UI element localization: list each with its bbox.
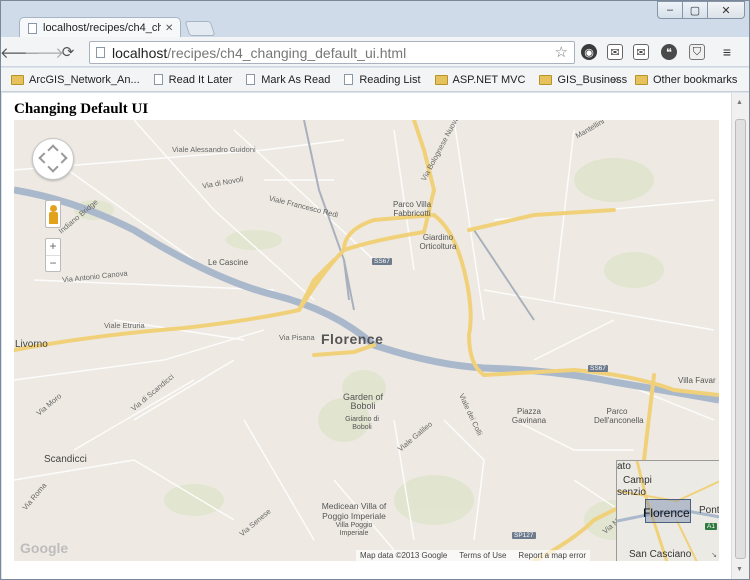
poi-label: Parco Dell'anconella <box>594 407 644 425</box>
minimize-button[interactable]: ‒ <box>657 1 683 19</box>
page-icon <box>28 22 37 34</box>
address-url: localhost/recipes/ch4_changing_default_u… <box>112 44 407 61</box>
street-label: Viale Etruria <box>104 321 145 330</box>
overview-label: ato <box>617 461 631 472</box>
tab-close-icon[interactable]: ✕ <box>165 23 173 34</box>
overview-label: Pont <box>699 505 719 516</box>
bookmark-read-it-later[interactable]: Read It Later <box>153 74 232 86</box>
poi-label: Giardino Orticoltura <box>419 233 457 251</box>
place-label: Livorno <box>15 339 48 350</box>
bookmark-aspnet-mvc[interactable]: ASP.NET MVC <box>434 74 525 86</box>
road-shield: SP127 <box>512 532 536 539</box>
scroll-up-arrow-icon[interactable]: ▲ <box>736 99 743 106</box>
maximize-button[interactable]: ▢ <box>682 1 708 19</box>
poi-label: Garden of Boboli <box>342 392 384 411</box>
pan-up-icon[interactable] <box>47 144 59 156</box>
zoom-out-button[interactable]: − <box>46 255 60 271</box>
vertical-scrollbar[interactable]: ▲ ▼ <box>731 93 749 579</box>
reload-icon[interactable]: ⟳ <box>59 43 77 61</box>
overview-toggle-icon[interactable]: ↘ <box>711 551 717 559</box>
overview-city-label: Florence <box>643 506 690 520</box>
street-label: Via Pisana <box>279 333 315 342</box>
street-view-pegman-icon[interactable] <box>45 200 61 228</box>
folder-icon <box>434 74 448 85</box>
overview-map[interactable]: ato Campi senzio Florence Pont San Casci… <box>616 460 719 561</box>
page-icon <box>344 74 354 85</box>
page-icon <box>96 47 105 58</box>
menu-icon[interactable]: ≡ <box>719 44 735 60</box>
scroll-down-arrow-icon[interactable]: ▼ <box>736 566 743 573</box>
tab-title: localhost/recipes/ch4_cha <box>43 22 161 34</box>
more-bookmarks-chevron[interactable]: » <box>613 74 619 86</box>
poi-label: Villa Favar <box>678 376 716 385</box>
pan-down-icon[interactable] <box>47 161 59 173</box>
road-shield: SS67 <box>588 365 608 372</box>
page-title: Changing Default UI <box>14 101 149 117</box>
poi-label: Le Cascine <box>208 258 249 267</box>
pan-left-icon[interactable] <box>38 152 50 164</box>
new-tab-button[interactable] <box>184 21 216 36</box>
folder-icon <box>635 74 648 85</box>
road-shield: SS67 <box>372 258 392 265</box>
page-icon <box>246 74 256 85</box>
page-content: Changing Default UI Viale Alessandro Gui… <box>2 93 731 579</box>
overview-label: San Casciano <box>629 549 692 560</box>
map-footer: Map data ©2013 Google Terms of Use Repor… <box>356 550 591 561</box>
map-data-attribution: Map data ©2013 Google <box>360 551 448 560</box>
place-label: Scandicci <box>44 454 87 465</box>
other-bookmarks[interactable]: Other bookmarks <box>635 74 737 86</box>
bookmark-mark-as-read[interactable]: Mark As Read <box>246 74 330 86</box>
overview-label: senzio <box>617 487 646 498</box>
scroll-thumb[interactable] <box>735 119 746 559</box>
poi-label: Medicean Villa of Poggio Imperiale <box>321 501 387 521</box>
tab-strip: localhost/recipes/ch4_cha ✕ ‒ ▢ ✕ <box>1 1 749 38</box>
globe-extension-icon[interactable]: ◉ <box>581 44 597 60</box>
browser-tab[interactable]: localhost/recipes/ch4_cha ✕ <box>19 17 181 38</box>
terms-of-use-link[interactable]: Terms of Use <box>459 551 506 561</box>
map-canvas[interactable]: Viale Alessandro Guidoni Via di Novoli V… <box>14 120 719 561</box>
speech-bubble-icon[interactable]: ❝ <box>661 44 677 60</box>
street-label: Viale Alessandro Guidoni <box>172 145 256 154</box>
road-shield: A1 <box>705 523 717 530</box>
shield-extension-icon[interactable]: ⛉ <box>689 44 705 60</box>
folder-icon <box>539 74 553 85</box>
bookmark-reading-list[interactable]: Reading List <box>344 74 421 86</box>
overview-label: Campi <box>623 475 652 486</box>
bookmarks-bar: ArcGIS_Network_An... Read It Later Mark … <box>1 68 749 92</box>
report-map-error-link[interactable]: Report a map error <box>518 551 586 561</box>
folder-icon <box>11 74 24 85</box>
zoom-control: + − <box>45 238 61 272</box>
page-icon <box>153 74 163 85</box>
city-label: Florence <box>321 331 384 347</box>
browser-toolbar: 🡐 🡒 ⟳ localhost/recipes/ch4_changing_def… <box>0 37 749 67</box>
poi-label: Villa Poggio Imperiale <box>335 522 373 537</box>
close-button[interactable]: ✕ <box>707 1 745 19</box>
mail-extension-icon[interactable]: ✉ <box>607 44 623 60</box>
browser-window: localhost/recipes/ch4_cha ✕ ‒ ▢ ✕ 🡐 🡒 ⟳ … <box>0 0 750 580</box>
poi-label: Parco Villa Fabbricotti <box>392 200 432 218</box>
pan-control[interactable] <box>32 138 74 180</box>
bookmark-arcgis[interactable]: ArcGIS_Network_An... <box>11 74 140 86</box>
bookmark-star-icon[interactable]: ☆ <box>555 43 568 61</box>
pan-right-icon[interactable] <box>56 152 68 164</box>
mail-checker-icon[interactable]: ✉ <box>633 44 649 60</box>
zoom-in-button[interactable]: + <box>46 239 60 255</box>
poi-label: Piazza Gavinana <box>511 407 547 425</box>
google-logo: Google <box>20 540 69 556</box>
poi-label: Giardino di Boboli <box>345 416 379 431</box>
forward-arrow-icon[interactable]: 🡒 <box>24 43 64 62</box>
address-bar[interactable]: localhost/recipes/ch4_changing_default_u… <box>89 41 575 64</box>
